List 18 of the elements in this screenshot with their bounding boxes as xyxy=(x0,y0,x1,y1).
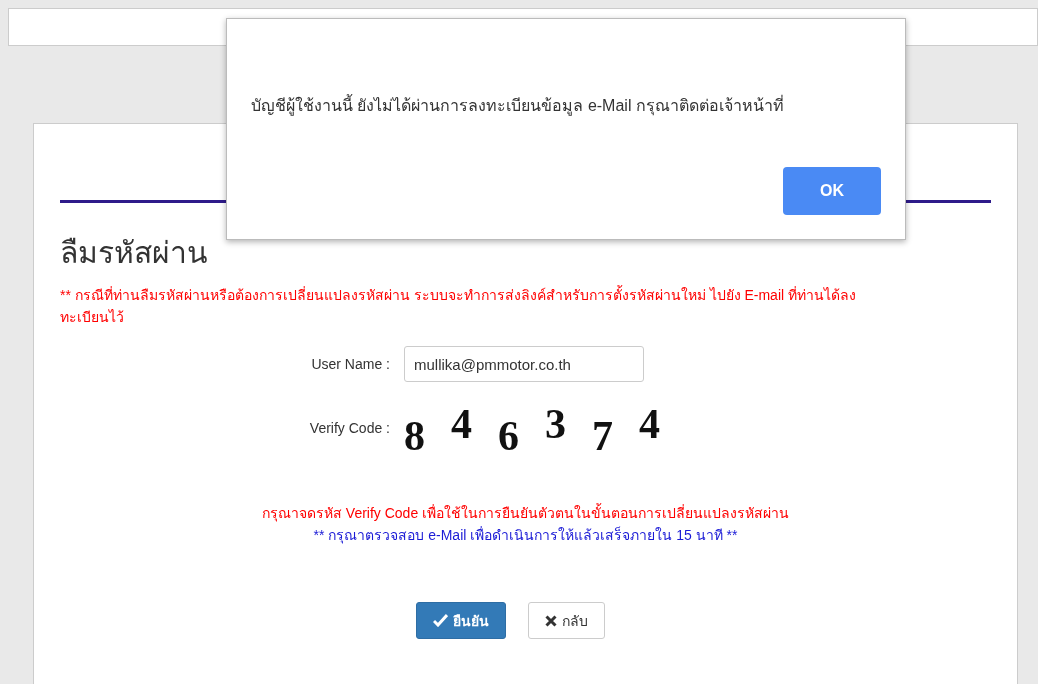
field-label: Verify Code : xyxy=(309,420,390,436)
username-field[interactable]: mullika@pmmotor.co.th xyxy=(404,346,644,382)
page-title: ลืมรหัสผ่าน xyxy=(60,235,209,271)
check-icon xyxy=(433,614,448,627)
captcha-digit: 3 xyxy=(545,400,566,448)
hint-text: ** กรุณาตรวจสอบ e-Mail เพื่อดำเนินการให้แล้วเสร็จภายใน 15 นาที ** xyxy=(312,525,739,546)
close-icon xyxy=(545,614,557,627)
notice-text: ** กรณีที่ท่านลืมรหัสผ่านหรือต้องการเปลี่ยนแปลงรหัสผ่าน ระบบจะทำการส่งลิงค์สำหรับการตั้งรหัสผ่านใหม่ ไปยัง E-mail ที่ท่านได้ลงทะเบียนไว้ xyxy=(60,284,857,327)
confirm-button[interactable]: ยืนยัน xyxy=(416,602,506,639)
captcha-digit: 6 xyxy=(498,412,519,460)
field-label: User Name : xyxy=(311,356,390,372)
back-button[interactable]: กลับ xyxy=(528,602,605,639)
hint-text: กรุณาจดรหัส Verify Code เพื่อใช้ในการยืนยันตัวตนในขั้นตอนการเปลี่ยนแปลงรหัสผ่าน xyxy=(260,502,791,524)
captcha-digit: 8 xyxy=(404,412,425,460)
captcha-digit: 4 xyxy=(639,400,660,448)
captcha-digit: 4 xyxy=(451,400,472,448)
captcha-digit: 7 xyxy=(592,412,613,460)
alert-message: บัญชีผู้ใช้งานนี้ ยังไม่ได้ผ่านการลงทะเบียนข้อมูล e-Mail กรุณาติดต่อเจ้าหน้าที่ xyxy=(251,93,784,118)
